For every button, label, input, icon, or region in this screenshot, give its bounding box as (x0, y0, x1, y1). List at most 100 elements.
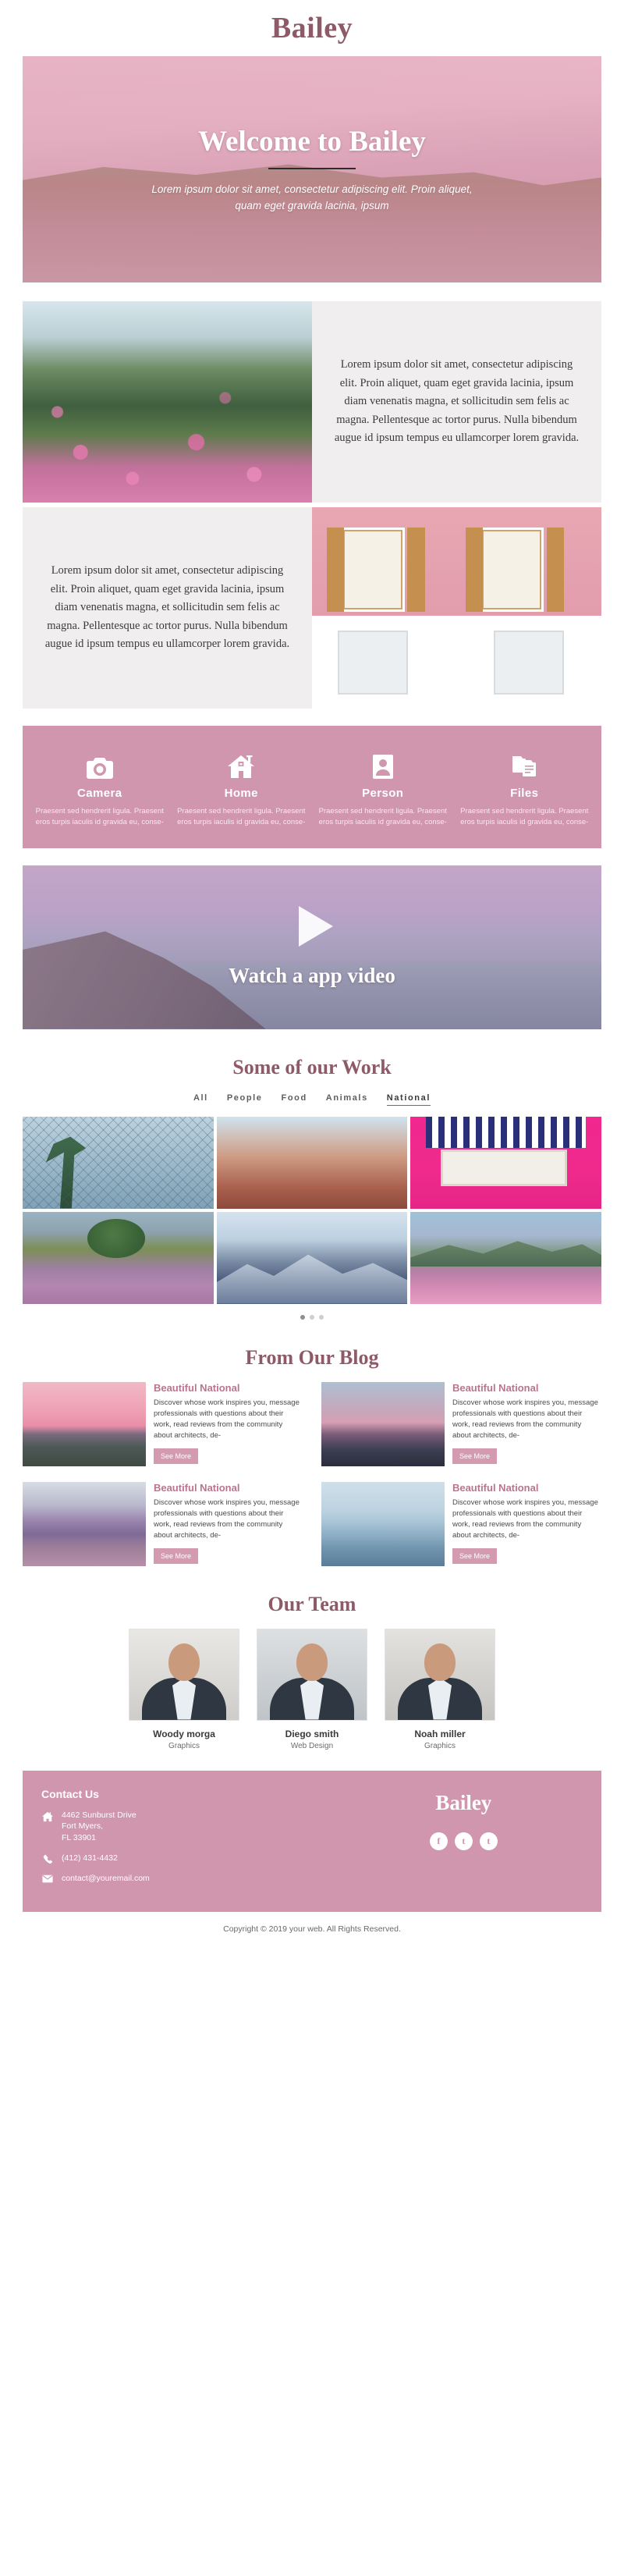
feature-title: Files (510, 787, 539, 800)
about-paragraph-two: Lorem ipsum dolor sit amet, consectetur … (44, 564, 290, 651)
pagination-dot[interactable] (300, 1314, 305, 1320)
team-member-role: Web Design (290, 1741, 334, 1750)
person-icon (318, 748, 448, 779)
contact-address-row: 4462 Sunburst Drive Fort Myers, FL 33901 (41, 1810, 323, 1845)
about-row-two: Lorem ipsum dolor sit amet, consectetur … (23, 507, 601, 709)
facebook-icon[interactable]: f (429, 1832, 448, 1850)
team-member-name: Noah miller (414, 1728, 466, 1739)
team-member-name: Woody morga (153, 1728, 215, 1739)
twitter-bird-icon[interactable]: t (454, 1832, 473, 1850)
home-icon (177, 748, 307, 779)
blog-thumbnail (321, 1381, 445, 1466)
feature-files[interactable]: Files Praesent sed hendrerit ligula. Pra… (454, 748, 596, 828)
site-header: Bailey (0, 0, 624, 56)
work-gallery-grid (23, 1116, 601, 1304)
gallery-item-lavender-field[interactable] (23, 1211, 214, 1304)
contact-phone-row[interactable]: (412) 431-4432 (41, 1853, 323, 1864)
work-filter-tabs: All People Food Animals National (0, 1093, 624, 1106)
see-more-button[interactable]: See More (452, 1448, 497, 1464)
site-footer: Contact Us 4462 Sunburst Drive Fort Myer… (23, 1770, 601, 1913)
team-member-card[interactable]: Noah miller Graphics (385, 1628, 495, 1750)
team-member-photo (129, 1628, 239, 1721)
team-member-role: Graphics (168, 1741, 200, 1750)
team-member-card[interactable]: Diego smith Web Design (257, 1628, 367, 1750)
blog-card[interactable]: Beautiful National Discover whose work i… (321, 1381, 601, 1466)
about-text-one: Lorem ipsum dolor sit amet, consectetur … (312, 301, 601, 503)
feature-home[interactable]: Home Praesent sed hendrerit ligula. Prae… (171, 748, 313, 828)
feature-title: Home (224, 787, 258, 800)
gallery-item-bicycle-pink-wall[interactable] (410, 1116, 601, 1209)
landing-page: Bailey Welcome to Bailey Lorem ipsum dol… (0, 0, 624, 1949)
about-paragraph-one: Lorem ipsum dolor sit amet, consectetur … (334, 358, 580, 445)
work-tab-animals[interactable]: Animals (326, 1093, 368, 1106)
team-member-name: Diego smith (285, 1728, 339, 1739)
camera-icon (35, 748, 165, 779)
feature-description: Praesent sed hendrerit ligula. Praesent … (177, 807, 306, 826)
phone-icon (41, 1853, 54, 1864)
feature-description: Praesent sed hendrerit ligula. Praesent … (460, 807, 589, 826)
brand-logo[interactable]: Bailey (271, 11, 353, 45)
blog-section-title: From Our Blog (245, 1345, 379, 1369)
gallery-item-palm-fence[interactable] (23, 1116, 214, 1209)
team-section: Woody morga Graphics Diego smith Web Des… (23, 1628, 601, 1750)
gallery-item-purple-hills[interactable] (410, 1211, 601, 1304)
hero-banner: Welcome to Bailey Lorem ipsum dolor sit … (23, 56, 601, 282)
copyright-text: Copyright © 2019 your web. All Rights Re… (223, 1924, 401, 1935)
hero-title: Welcome to Bailey (198, 125, 426, 158)
work-tab-all[interactable]: All (193, 1093, 208, 1106)
gallery-pagination-dots (0, 1314, 624, 1320)
play-icon[interactable] (299, 906, 333, 947)
feature-person[interactable]: Person Praesent sed hendrerit ligula. Pr… (312, 748, 454, 828)
see-more-button[interactable]: See More (153, 1448, 198, 1464)
blog-card[interactable]: Beautiful National Discover whose work i… (23, 1481, 303, 1566)
work-tab-food[interactable]: Food (282, 1093, 307, 1106)
hero-subtitle: Lorem ipsum dolor sit amet, consectetur … (151, 183, 473, 211)
about-row-one: Lorem ipsum dolor sit amet, consectetur … (23, 301, 601, 503)
blog-thumbnail (23, 1481, 146, 1566)
blog-post-excerpt: Discover whose work inspires you, messag… (452, 1398, 598, 1441)
blog-thumbnail (321, 1481, 445, 1566)
see-more-button[interactable]: See More (452, 1547, 497, 1564)
contact-email[interactable]: contact@youremail.com (62, 1873, 150, 1885)
blog-card[interactable]: Beautiful National Discover whose work i… (321, 1481, 601, 1566)
blog-thumbnail (23, 1381, 146, 1466)
contact-email-row[interactable]: contact@youremail.com (41, 1873, 323, 1885)
contact-heading: Contact Us (41, 1787, 99, 1800)
feature-title: Camera (77, 787, 122, 800)
work-tab-national[interactable]: National (386, 1093, 431, 1106)
team-member-photo (257, 1628, 367, 1721)
home-icon (41, 1810, 54, 1822)
footer-logo[interactable]: Bailey (435, 1791, 491, 1815)
feature-description: Praesent sed hendrerit ligula. Praesent … (35, 807, 164, 826)
video-section[interactable]: Watch a app video (23, 865, 601, 1029)
about-text-two: Lorem ipsum dolor sit amet, consectetur … (23, 507, 312, 709)
team-member-card[interactable]: Woody morga Graphics (129, 1628, 239, 1750)
team-member-role: Graphics (424, 1741, 456, 1750)
features-section: Camera Praesent sed hendrerit ligula. Pr… (23, 726, 601, 848)
envelope-icon (41, 1873, 54, 1883)
blog-post-title[interactable]: Beautiful National (452, 1482, 601, 1494)
feature-title: Person (362, 787, 404, 800)
pagination-dot[interactable] (310, 1314, 314, 1320)
pagination-dot[interactable] (319, 1314, 324, 1320)
gallery-item-canyon[interactable] (216, 1116, 408, 1209)
contact-address: 4462 Sunburst Drive Fort Myers, FL 33901 (62, 1810, 136, 1843)
blog-post-title[interactable]: Beautiful National (154, 1482, 303, 1494)
social-links: f t t (429, 1832, 498, 1850)
hero-divider (268, 167, 356, 169)
blog-post-title[interactable]: Beautiful National (452, 1382, 601, 1394)
team-section-title: Our Team (268, 1592, 356, 1615)
work-tab-people[interactable]: People (227, 1093, 263, 1106)
contact-phone[interactable]: (412) 431-4432 (62, 1853, 118, 1864)
blog-post-excerpt: Discover whose work inspires you, messag… (153, 1398, 300, 1441)
team-member-photo (385, 1628, 495, 1721)
blog-card[interactable]: Beautiful National Discover whose work i… (23, 1381, 303, 1466)
twitter-icon[interactable]: t (479, 1832, 498, 1850)
blog-post-title[interactable]: Beautiful National (154, 1382, 303, 1394)
feature-description: Praesent sed hendrerit ligula. Praesent … (318, 807, 447, 826)
gallery-item-mountain-peak[interactable] (216, 1211, 408, 1304)
see-more-button[interactable]: See More (153, 1547, 198, 1564)
about-section: Lorem ipsum dolor sit amet, consectetur … (23, 301, 601, 709)
pink-flowers-photo (23, 301, 312, 503)
feature-camera[interactable]: Camera Praesent sed hendrerit ligula. Pr… (29, 748, 171, 828)
